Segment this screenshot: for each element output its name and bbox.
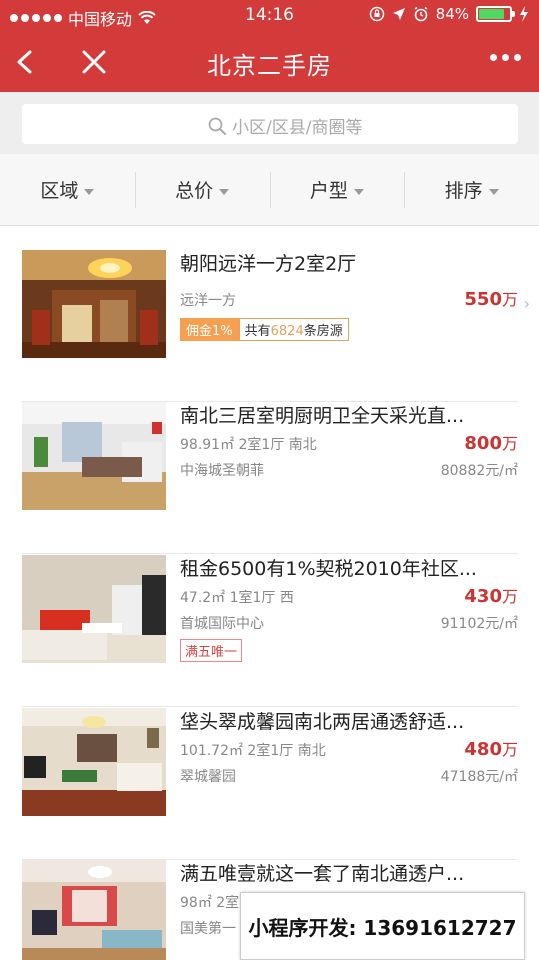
alarm-icon xyxy=(414,6,428,22)
search-input[interactable]: 小区/区县/商圈等 xyxy=(22,104,518,144)
listing-community: 远洋一方 xyxy=(180,293,236,309)
filter-total-price[interactable]: 总价 xyxy=(134,154,270,225)
battery-icon xyxy=(476,6,515,22)
filter-label: 总价 xyxy=(175,180,214,202)
search-bar: 小区/区县/商圈等 xyxy=(0,92,539,154)
listing-community: 中海城圣朝菲 xyxy=(180,463,264,479)
rotation-lock-icon xyxy=(369,6,384,22)
listing-item[interactable]: 垡头翠成馨园南北两居通透舒适... 101.72㎡ 2室1厅 南北 480万 翠… xyxy=(22,708,518,860)
listing-title: 朝阳远洋一方2室2厅 xyxy=(180,253,357,275)
listing-unit-price: 91102元/㎡ xyxy=(440,616,518,632)
page-title: 北京二手房 xyxy=(207,52,332,80)
listing-unit-price: 47188元/㎡ xyxy=(440,769,518,785)
listing-photo xyxy=(22,860,166,960)
filter-bar: 区域 总价 户型 排序 xyxy=(0,154,539,226)
caret-down-icon xyxy=(488,188,499,195)
listing-title: 租金6500有1%契税2010年社区... xyxy=(180,558,477,580)
sources-tag: 共有6824条房源 xyxy=(238,318,349,341)
listing-photo xyxy=(22,250,166,358)
listing-item[interactable]: 朝阳远洋一方2室2厅 远洋一方 550万 › 佣金1% 共有6824条房源 xyxy=(22,250,530,402)
listing-specs: 98.91㎡ 2室1厅 南北 xyxy=(180,437,317,453)
listing-item[interactable]: 租金6500有1%契税2010年社区... 47.2㎡ 1室1厅 西 430万 … xyxy=(22,555,518,707)
listing-community: 翠城馨园 xyxy=(180,769,236,785)
filter-region[interactable]: 区域 xyxy=(0,154,135,225)
search-icon xyxy=(208,117,226,135)
listing-item[interactable]: 南北三居室明厨明卫全天采光直... 98.91㎡ 2室1厅 南北 800万 中海… xyxy=(22,402,518,554)
listing-row: 47.2㎡ 1室1厅 西 430万 xyxy=(180,586,518,613)
listing-unit-price: 80882元/㎡ xyxy=(440,463,518,479)
caret-down-icon xyxy=(219,188,230,195)
listing-tags: 佣金1% 共有6824条房源 xyxy=(180,318,518,341)
listing-community: 国美第一 xyxy=(180,921,236,937)
search-placeholder-wrap: 小区/区县/商圈等 xyxy=(208,113,362,138)
listing-title: 垡头翠成馨园南北两居通透舒适... xyxy=(180,711,465,733)
listing-row: 翠城馨园 47188元/㎡ xyxy=(180,766,518,792)
status-right: 84% xyxy=(369,5,529,23)
listing-info: 租金6500有1%契税2010年社区... 47.2㎡ 1室1厅 西 430万 … xyxy=(180,555,518,662)
caret-down-icon xyxy=(84,188,95,195)
nav-bar: 北京二手房 xyxy=(0,32,539,92)
status-bar: 中国移动 14:16 84% xyxy=(0,0,539,32)
listing-specs: 101.72㎡ 2室1厅 南北 xyxy=(180,743,326,759)
listing-price: 480万 xyxy=(464,739,518,760)
listing-price: 800万 xyxy=(464,433,518,454)
filter-layout[interactable]: 户型 xyxy=(269,154,405,225)
promo-banner: 小程序开发: 13691612727 xyxy=(240,892,525,960)
listing-row: 远洋一方 550万 › xyxy=(180,289,530,316)
charging-icon xyxy=(520,6,528,22)
caret-down-icon xyxy=(353,188,364,195)
listing-price: 430万 xyxy=(464,586,518,607)
listing-community: 首城国际中心 xyxy=(180,616,264,632)
listing-info: 南北三居室明厨明卫全天采光直... 98.91㎡ 2室1厅 南北 800万 中海… xyxy=(180,402,518,486)
more-button[interactable] xyxy=(490,54,521,61)
battery-fill xyxy=(479,9,504,19)
listing-title: 南北三居室明厨明卫全天采光直... xyxy=(180,405,465,427)
listing-specs: 98㎡ 2室 xyxy=(180,895,240,911)
listing-photo xyxy=(22,708,166,816)
filter-label: 区域 xyxy=(40,180,79,202)
search-placeholder: 小区/区县/商圈等 xyxy=(232,118,363,138)
listing-tag: 满五唯一 xyxy=(180,639,243,662)
filter-label: 排序 xyxy=(444,180,483,202)
listing-row: 中海城圣朝菲 80882元/㎡ xyxy=(180,460,518,486)
listing-photo xyxy=(22,555,166,663)
listing-photo xyxy=(22,402,166,510)
battery-percent: 84% xyxy=(435,5,469,23)
location-icon xyxy=(392,8,405,20)
listing-title: 满五唯壹就这一套了南北通透户... xyxy=(180,863,465,885)
listing-info: 朝阳远洋一方2室2厅 远洋一方 550万 › 佣金1% 共有6824条房源 xyxy=(180,250,530,341)
filter-label: 户型 xyxy=(309,180,348,202)
listing-specs: 47.2㎡ 1室1厅 西 xyxy=(180,590,294,606)
listing-row: 98.91㎡ 2室1厅 南北 800万 xyxy=(180,433,518,460)
filter-sort[interactable]: 排序 xyxy=(404,154,539,225)
chevron-right-icon: › xyxy=(523,294,530,313)
listing-info: 垡头翠成馨园南北两居通透舒适... 101.72㎡ 2室1厅 南北 480万 翠… xyxy=(180,708,518,792)
listing-row: 首城国际中心 91102元/㎡ xyxy=(180,613,518,639)
listing-price: 550万 xyxy=(464,289,518,310)
listing-row: 101.72㎡ 2室1厅 南北 480万 xyxy=(180,739,518,766)
commission-tag: 佣金1% xyxy=(180,318,239,341)
